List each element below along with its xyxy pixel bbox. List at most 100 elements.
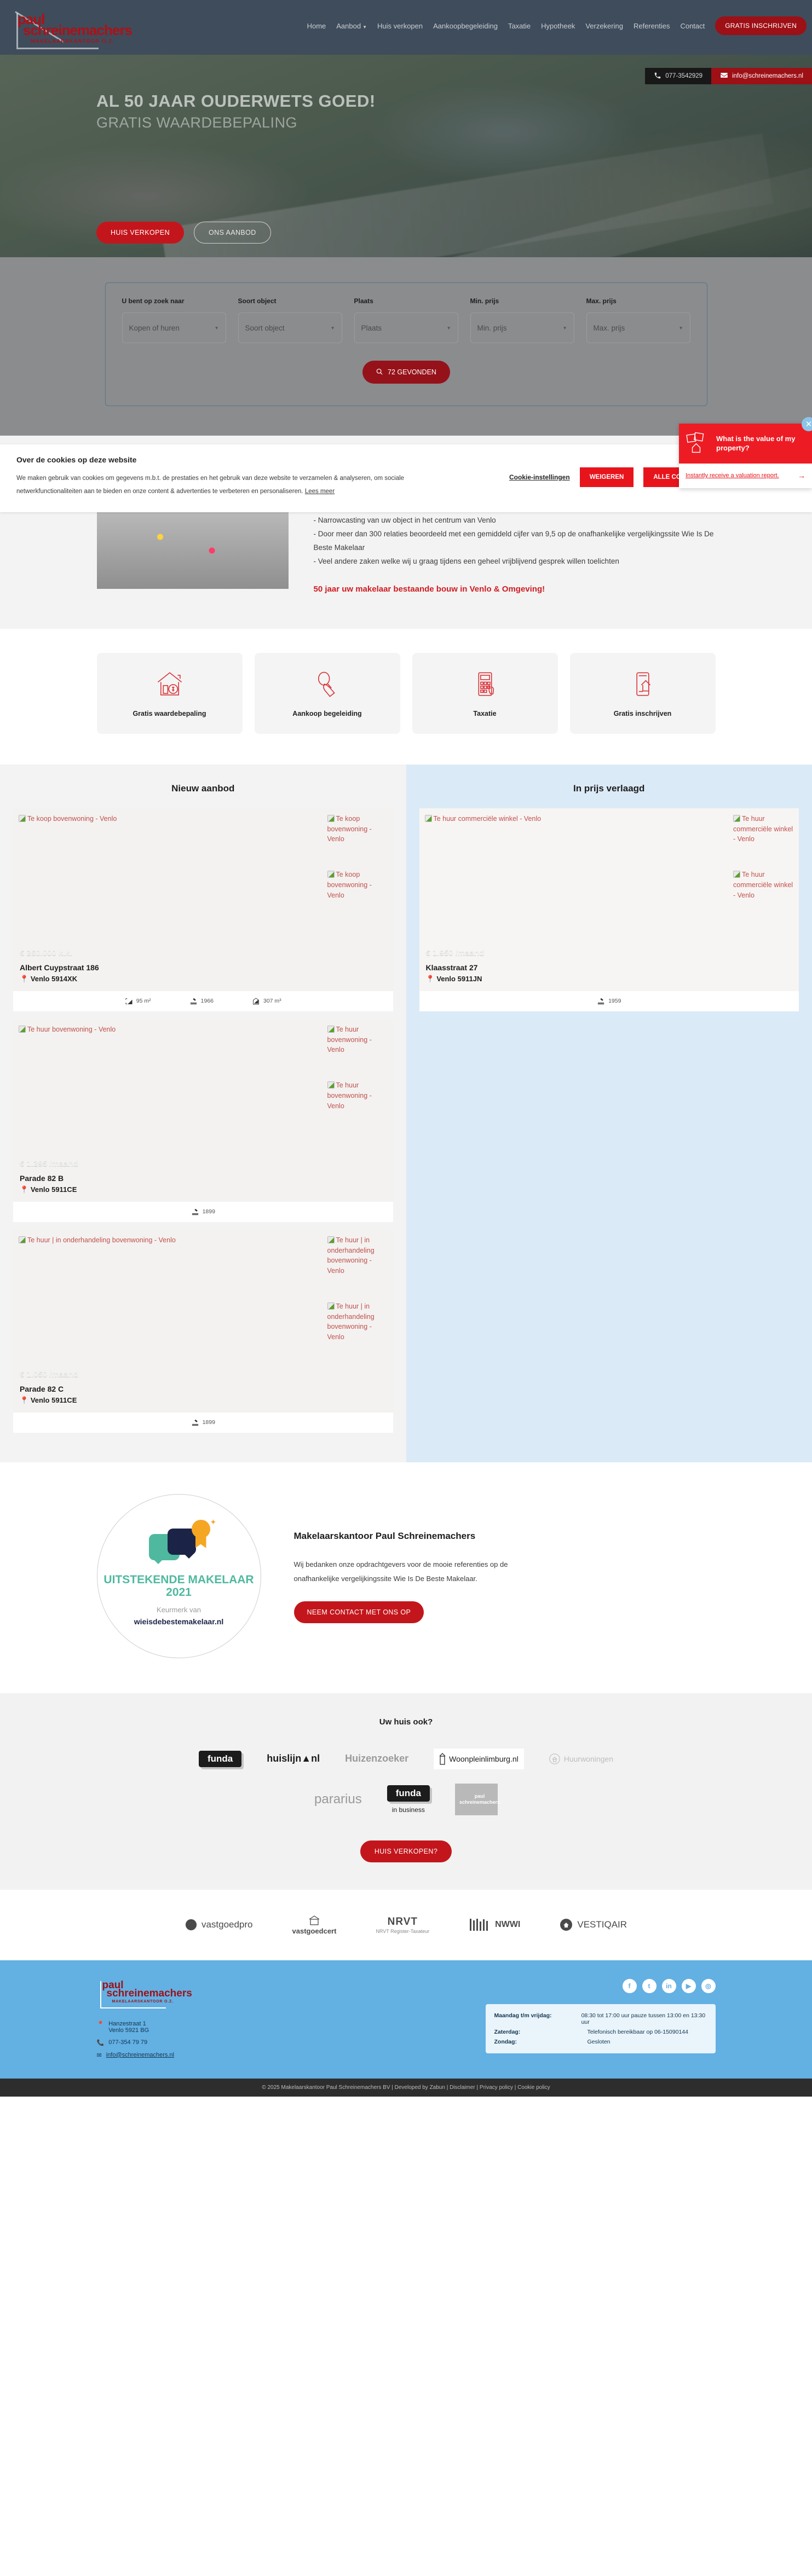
nav-item-verzekering[interactable]: Verzekering	[585, 22, 623, 30]
pararius-logo[interactable]: pararius	[314, 1792, 362, 1807]
youtube-icon[interactable]: ▶	[681, 1978, 696, 1993]
listing-main-image[interactable]: Te koop bovenwoning - Venlo	[19, 814, 322, 940]
listing-street: Klaasstraat 27	[425, 963, 478, 972]
funda-logo[interactable]: funda	[198, 1750, 242, 1767]
close-icon[interactable]: ✕	[802, 417, 812, 431]
nrvt-logo[interactable]: NRVT NRVT Register-Taxateur	[376, 1916, 429, 1934]
vastgoedcert-logo[interactable]: vastgoedcert	[292, 1915, 336, 1935]
funda-in-business-logo[interactable]: funda in business	[387, 1785, 430, 1814]
nav-item-huis-verkopen[interactable]: Huis verkopen	[377, 22, 423, 30]
nav-item-taxatie[interactable]: Taxatie	[508, 22, 531, 30]
linkedin-icon[interactable]: in	[661, 1978, 676, 1993]
listing-media: Te koop bovenwoning - Venlo Te koop bove…	[13, 808, 393, 940]
listing-city: 📍 Venlo 5911JN	[426, 975, 793, 983]
huizenzoeker-logo[interactable]: Huizenzoeker	[345, 1753, 408, 1764]
valuation-popup: ✕ What is the value of my property? Inst…	[679, 417, 812, 488]
service-label-taxatie: Taxatie	[473, 709, 497, 717]
search-label-maxprice: Max. prijs	[586, 297, 617, 305]
service-card-inschrijven[interactable]: Gratis inschrijven	[569, 652, 716, 734]
vastgoedpro-logo[interactable]: vastgoedpro	[185, 1919, 253, 1931]
paul-schreinemachers-logo[interactable]: paul schreinemachers	[455, 1783, 500, 1815]
service-card-taxatie[interactable]: Taxatie	[412, 652, 558, 734]
ps-tile-label: paul schreinemachers	[459, 1793, 500, 1805]
valuation-popup-body[interactable]: Instantly receive a valuation report. →	[679, 464, 812, 488]
nav-item-contact[interactable]: Contact	[680, 22, 705, 30]
nav-cta-gratis-inschrijven[interactable]: GRATIS INSCHRIJVEN	[715, 16, 807, 35]
footer-logo-line2: schreinemachers	[106, 1987, 192, 1999]
listing-price: € 1.295 /maand	[20, 1159, 78, 1168]
listing-thumb-1[interactable]: Te huur commerciële winkel - Venlo	[733, 814, 793, 844]
service-card-aankoopbegeleiding[interactable]: Aankoop begeleiding	[254, 652, 400, 734]
award-heading: Makelaarskantoor Paul Schreinemachers	[293, 1531, 476, 1542]
listing-thumb-1[interactable]: Te huur | in onderhandeling bovenwoning …	[327, 1235, 388, 1276]
award-paragraph: Wij bedanken onze opdrachtgevers voor de…	[293, 1560, 508, 1583]
huurwoningen-logo[interactable]: Huurwoningen	[549, 1753, 613, 1764]
hero-sell-house-button[interactable]: HUIS VERKOPEN	[96, 222, 185, 244]
nav-item-referenties[interactable]: Referenties	[634, 22, 670, 30]
site-logo[interactable]: paul schreinemachers MAKELAARSKANTOOR O.…	[11, 10, 137, 49]
search-select-maxprice[interactable]: Max. prijs ▼	[586, 312, 690, 343]
listing-main-image[interactable]: Te huur commerciële winkel - Venlo	[424, 814, 728, 940]
search-submit-button[interactable]: 72 GEVONDEN	[362, 361, 450, 384]
search-select-object[interactable]: Soort object ▼	[238, 312, 342, 343]
search-select-place[interactable]: Plaats ▼	[354, 312, 458, 343]
listing-thumbnails: Te huur bovenwoning - Venlo Te huur bove…	[322, 1024, 388, 1150]
listing-card[interactable]: Te koop bovenwoning - Venlo Te koop bove…	[13, 808, 393, 1011]
instagram-icon[interactable]: ◎	[701, 1978, 716, 1993]
facebook-icon[interactable]: f	[622, 1978, 637, 1993]
opening-hours-day: Zondag:	[494, 2038, 517, 2045]
listing-main-image[interactable]: Te huur bovenwoning - Venlo	[19, 1024, 322, 1150]
listing-city: 📍 Venlo 5914XK	[20, 975, 387, 983]
nav-item-aankoopbegeleiding[interactable]: Aankoopbegeleiding	[433, 22, 498, 30]
listing-card[interactable]: Te huur | in onderhandeling bovenwoning …	[13, 1229, 393, 1433]
footer-address-text: Hanzestraat 1 Venlo 5921 BG	[108, 2021, 149, 2034]
listing-thumb-2[interactable]: Te huur | in onderhandeling bovenwoning …	[327, 1301, 388, 1342]
huislijn-logo[interactable]: huislijn▲nl	[267, 1753, 320, 1764]
search-select-minprice[interactable]: Min. prijs ▼	[470, 312, 574, 343]
broken-image-icon: Te huur commerciële winkel - Venlo	[424, 814, 728, 824]
nav-item-aanbod[interactable]: Aanbod ▼	[336, 22, 367, 30]
listing-thumb-2[interactable]: Te huur bovenwoning - Venlo	[327, 1080, 388, 1111]
footer-hours-column: f t in ▶ ◎ Maandag t/m vrijdag: 08:30 to…	[283, 1978, 716, 2064]
footer-phone[interactable]: 📞 077-354 79 79	[97, 2039, 261, 2046]
cookie-read-more-link[interactable]: Lees meer	[305, 488, 335, 495]
footer-logo-tagline: MAKELAARSKANTOOR O.Z.	[112, 1999, 174, 2004]
footer-email-address[interactable]: info@schreinemachers.nl	[106, 2052, 174, 2058]
footer-email[interactable]: ✉ info@schreinemachers.nl	[97, 2052, 261, 2059]
opening-hours-row: Zondag: Gesloten	[494, 2037, 707, 2047]
listing-thumb-1[interactable]: Te koop bovenwoning - Venlo	[327, 814, 388, 844]
email-contact[interactable]: info@schreinemachers.nl	[711, 68, 812, 84]
listing-card[interactable]: Te huur bovenwoning - Venlo Te huur bove…	[13, 1018, 393, 1222]
search-select-type[interactable]: Kopen of huren ▼	[122, 312, 226, 343]
nav-item-home[interactable]: Home	[307, 22, 326, 30]
listing-card[interactable]: Te huur commerciële winkel - Venlo Te hu…	[419, 808, 799, 1011]
twitter-icon[interactable]: t	[642, 1978, 656, 1993]
mail-icon	[720, 71, 728, 81]
partners-sell-house-button[interactable]: HUIS VERKOPEN?	[360, 1840, 452, 1862]
search-field-maxprice: Max. prijs Max. prijs ▼	[586, 297, 690, 343]
award-badge-title: UITSTEKENDE MAKELAAR 2021	[103, 1573, 254, 1599]
vestiquair-logo[interactable]: VESTIQAIR	[560, 1918, 627, 1931]
listing-address: Parade 82 C 📍 Venlo 5911CE	[13, 1385, 393, 1413]
listing-thumb-2[interactable]: Te huur commerciële winkel - Venlo	[733, 870, 793, 900]
chevron-down-icon: ▼	[562, 325, 567, 331]
nwwi-logo[interactable]: NWWI	[469, 1918, 520, 1932]
valuation-popup-link[interactable]: Instantly receive a valuation report.	[686, 471, 779, 481]
contact-bar: 077-3542929 info@schreinemachers.nl	[645, 68, 812, 84]
listing-city-label: Venlo 5914XK	[30, 974, 78, 983]
cookie-deny-button[interactable]: WEIGEREN	[579, 467, 634, 487]
listing-thumb-2[interactable]: Te koop bovenwoning - Venlo	[327, 870, 388, 900]
cookie-body-1: We maken gebruik van cookies om gegevens…	[16, 475, 405, 482]
service-card-waardebepaling[interactable]: Gratis waardebepaling	[96, 652, 243, 734]
cookie-settings-link[interactable]: Cookie-instellingen	[509, 473, 570, 481]
award-contact-button[interactable]: NEEM CONTACT MET ONS OP	[293, 1601, 424, 1623]
nav-item-hypotheek[interactable]: Hypotheek	[541, 22, 575, 30]
partners-row-2: pararius funda in business paul schreine…	[0, 1783, 812, 1815]
woonpleinlimburg-logo[interactable]: Woonpleinlimburg.nl	[434, 1748, 524, 1769]
listing-thumb-1[interactable]: Te huur bovenwoning - Venlo	[327, 1024, 388, 1055]
footer-logo[interactable]: paul schreinemachers MAKELAARSKANTOOR O.…	[97, 1979, 206, 2011]
phone-contact[interactable]: 077-3542929	[645, 68, 712, 84]
listing-main-image[interactable]: Te huur | in onderhandeling bovenwoning …	[19, 1235, 322, 1361]
hero-subheadline: GRATIS WAARDEBEPALING	[96, 114, 298, 131]
hero-our-offer-button[interactable]: ONS AANBOD	[194, 222, 271, 244]
